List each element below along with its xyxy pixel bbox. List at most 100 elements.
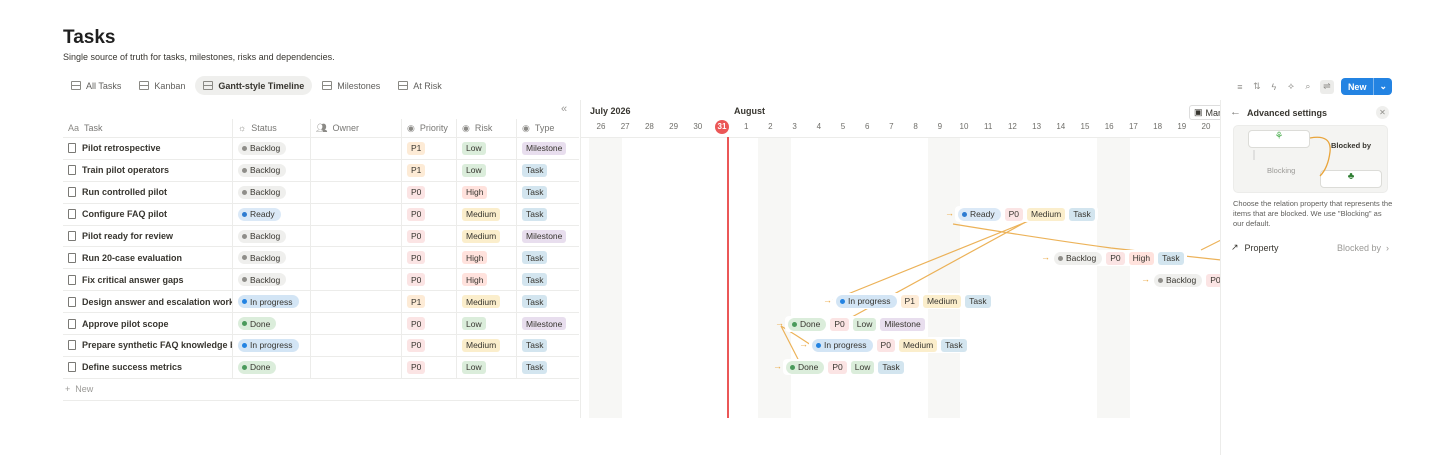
- task-cell[interactable]: Run 20-case evaluation: [63, 247, 233, 269]
- priority-cell[interactable]: P0: [402, 269, 457, 291]
- tab-kanban[interactable]: Kanban: [131, 76, 193, 95]
- owner-cell[interactable]: [311, 291, 402, 313]
- table-row[interactable]: Fix critical answer gaps Backlog P0 High Tas…: [63, 269, 579, 292]
- priority-cell[interactable]: P0: [402, 356, 457, 378]
- type-cell[interactable]: Milestone: [517, 313, 579, 334]
- type-cell[interactable]: Task: [517, 357, 579, 378]
- owner-cell[interactable]: [311, 159, 402, 181]
- risk-cell[interactable]: Low: [457, 313, 517, 335]
- status-cell[interactable]: Backlog: [233, 138, 311, 159]
- priority-cell[interactable]: P1: [402, 291, 457, 313]
- timeline-bar[interactable]: Backlog P0 High Task: [1051, 250, 1187, 266]
- tab-all-tasks[interactable]: All Tasks: [63, 76, 129, 95]
- column-risk[interactable]: ◉ Risk: [457, 119, 517, 137]
- risk-cell[interactable]: Low: [457, 356, 517, 378]
- task-cell[interactable]: Define success metrics: [63, 356, 233, 378]
- priority-cell[interactable]: P0: [402, 247, 457, 269]
- timeline-bar[interactable]: Done P0 Low Task: [783, 359, 907, 375]
- collapse-table-icon[interactable]: «: [561, 103, 567, 115]
- column-priority[interactable]: ◉ Priority: [402, 119, 457, 137]
- status-cell[interactable]: In progress: [233, 335, 311, 356]
- column-owner[interactable]: 👥︎ Owner: [311, 119, 402, 137]
- back-arrow-icon[interactable]: ←: [1230, 106, 1241, 118]
- timeline-bar[interactable]: Ready P0 Medium Task: [955, 206, 1098, 222]
- ai-icon[interactable]: ⟡: [1286, 80, 1296, 94]
- priority-cell[interactable]: P0: [402, 335, 457, 356]
- risk-cell[interactable]: Low: [457, 159, 517, 181]
- table-row[interactable]: Approve pilot scope Done P0 Low Milestone: [63, 313, 579, 336]
- priority-cell[interactable]: P0: [402, 203, 457, 225]
- risk-cell[interactable]: Medium: [457, 203, 517, 225]
- new-button[interactable]: New ⌄: [1340, 78, 1392, 95]
- chevron-down-icon[interactable]: ⌄: [1373, 78, 1392, 95]
- table-row[interactable]: Run 20-case evaluation Backlog P0 High Task: [63, 247, 579, 270]
- status-cell[interactable]: Backlog: [233, 159, 311, 181]
- priority-cell[interactable]: P0: [402, 313, 457, 335]
- status-cell[interactable]: Done: [233, 313, 311, 335]
- column-type[interactable]: ◉ Type: [517, 119, 579, 137]
- priority-cell[interactable]: P1: [402, 138, 457, 159]
- type-cell[interactable]: Task: [517, 269, 579, 290]
- owner-cell[interactable]: [311, 225, 402, 247]
- status-cell[interactable]: Ready: [233, 203, 311, 225]
- status-cell[interactable]: Backlog: [233, 269, 311, 291]
- task-cell[interactable]: Configure FAQ pilot: [63, 203, 233, 225]
- table-row[interactable]: Pilot ready for review Backlog P0 Medium Mil…: [63, 225, 579, 248]
- automation-icon[interactable]: ϟ: [1269, 80, 1279, 94]
- task-cell[interactable]: Prepare synthetic FAQ knowledge bas: [63, 335, 233, 356]
- table-row[interactable]: Train pilot operators Backlog P1 Low Task: [63, 159, 579, 182]
- task-cell[interactable]: Approve pilot scope: [63, 313, 233, 335]
- status-cell[interactable]: Backlog: [233, 181, 311, 203]
- type-cell[interactable]: Task: [517, 291, 579, 312]
- tab-gantt-timeline[interactable]: Gantt-style Timeline: [195, 76, 313, 95]
- table-row[interactable]: Pilot retrospective Backlog P1 Low Milestone: [63, 138, 579, 160]
- risk-cell[interactable]: Medium: [457, 291, 517, 313]
- owner-cell[interactable]: [311, 138, 402, 159]
- property-setting[interactable]: ↗ Property Blocked by ›: [1231, 242, 1389, 253]
- search-icon[interactable]: ⌕: [1303, 80, 1313, 94]
- risk-cell[interactable]: Medium: [457, 335, 517, 356]
- type-cell[interactable]: Milestone: [517, 226, 579, 247]
- filter-icon[interactable]: ≡: [1235, 80, 1245, 94]
- status-cell[interactable]: Backlog: [233, 225, 311, 247]
- tab-milestones[interactable]: Milestones: [314, 76, 388, 95]
- risk-cell[interactable]: Low: [457, 138, 517, 159]
- type-cell[interactable]: Task: [517, 182, 579, 203]
- type-cell[interactable]: Task: [517, 204, 579, 225]
- sort-icon[interactable]: ⇅: [1252, 80, 1262, 94]
- risk-cell[interactable]: High: [457, 269, 517, 291]
- timeline-bar[interactable]: In progress P1 Medium Task: [833, 293, 994, 309]
- type-cell[interactable]: Task: [517, 247, 579, 268]
- owner-cell[interactable]: [311, 203, 402, 225]
- priority-cell[interactable]: P1: [402, 159, 457, 181]
- task-cell[interactable]: Run controlled pilot: [63, 181, 233, 203]
- owner-cell[interactable]: [311, 313, 402, 335]
- owner-cell[interactable]: [311, 247, 402, 269]
- risk-cell[interactable]: High: [457, 247, 517, 269]
- table-row[interactable]: Define success metrics Done P0 Low Task: [63, 356, 579, 379]
- status-cell[interactable]: In progress: [233, 291, 311, 313]
- owner-cell[interactable]: [311, 335, 402, 356]
- status-cell[interactable]: Done: [233, 356, 311, 378]
- table-row[interactable]: Run controlled pilot Backlog P0 High Task: [63, 181, 579, 204]
- task-cell[interactable]: Train pilot operators: [63, 159, 233, 181]
- risk-cell[interactable]: Medium: [457, 225, 517, 247]
- type-cell[interactable]: Milestone: [517, 138, 579, 159]
- type-cell[interactable]: Task: [517, 160, 579, 181]
- add-row-button[interactable]: + New: [63, 379, 579, 401]
- table-row[interactable]: Configure FAQ pilot Ready P0 Medium Task: [63, 203, 579, 226]
- table-row[interactable]: Prepare synthetic FAQ knowledge bas In pr…: [63, 335, 579, 357]
- priority-cell[interactable]: P0: [402, 225, 457, 247]
- task-cell[interactable]: Design answer and escalation workflo: [63, 291, 233, 313]
- task-cell[interactable]: Fix critical answer gaps: [63, 269, 233, 291]
- owner-cell[interactable]: [311, 269, 402, 291]
- column-task[interactable]: Aa Task: [63, 119, 233, 137]
- task-cell[interactable]: Pilot ready for review: [63, 225, 233, 247]
- timeline-bar[interactable]: In progress P0 Medium Task: [809, 337, 970, 353]
- owner-cell[interactable]: [311, 181, 402, 203]
- type-cell[interactable]: Task: [517, 335, 579, 356]
- table-row[interactable]: Design answer and escalation workflo In p…: [63, 291, 579, 314]
- timeline-bar[interactable]: Done P0 Low Milestone: [785, 316, 928, 332]
- timeline-bar[interactable]: Backlog P0: [1151, 272, 1220, 288]
- tab-at-risk[interactable]: At Risk: [390, 76, 450, 95]
